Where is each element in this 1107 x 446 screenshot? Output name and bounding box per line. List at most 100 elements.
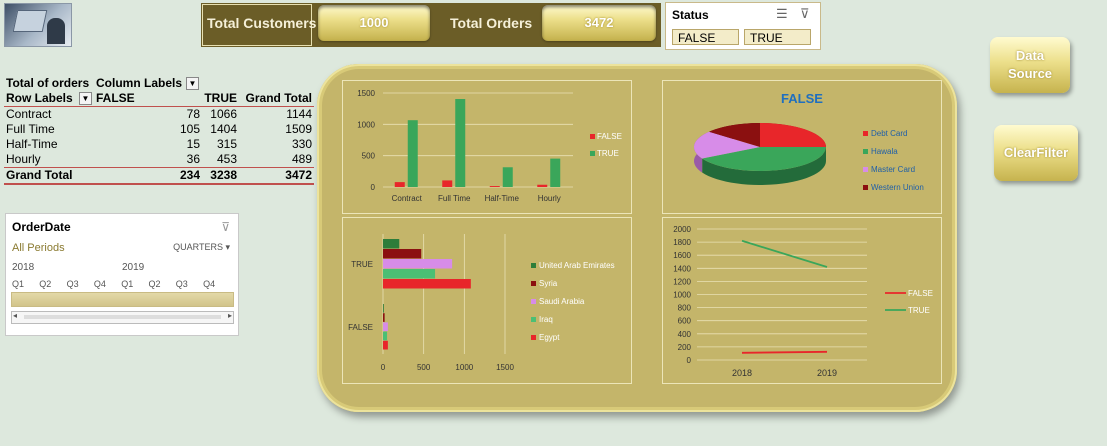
- legend-label: Hawala: [871, 147, 898, 156]
- timeline-quarter[interactable]: Q1: [12, 279, 24, 289]
- timeline-quarter[interactable]: Q2: [149, 279, 161, 289]
- chart-title: FALSE: [781, 91, 823, 106]
- cell-total: 1509: [285, 122, 312, 136]
- y-tick-label: 0: [687, 356, 692, 365]
- y-tick-label: 1000: [357, 120, 375, 129]
- total-orders-label: Total Orders: [450, 15, 533, 31]
- bar-true: [407, 120, 418, 187]
- status-slicer: Status ☰ ⊽ FALSE TRUE: [665, 2, 821, 50]
- bar-false: [394, 182, 405, 187]
- y-tick-label: 2000: [673, 225, 691, 234]
- legend-label: Syria: [539, 279, 558, 288]
- row-label: Half-Time: [6, 137, 58, 151]
- y-tick-label: 1200: [673, 277, 691, 286]
- bar-syria: [383, 313, 385, 322]
- y-tick-label: 200: [678, 343, 692, 352]
- pivot-grand-total-row: Grand Total 234 3238 3472: [4, 167, 314, 185]
- x-tick-label: 0: [381, 363, 386, 372]
- pivot-row-labels: Row Labels: [6, 91, 73, 105]
- data-source-button[interactable]: Data Source: [990, 37, 1070, 93]
- timeline-level-dropdown[interactable]: QUARTERS ▾: [173, 242, 230, 253]
- legend-swatch: [531, 299, 536, 304]
- job-type-bar-chart-box: 0 500 1000 1500 Contract Full Time Half-Time Ho…: [342, 80, 632, 214]
- x-tick-label: 1500: [496, 363, 514, 372]
- timeline-bar[interactable]: [11, 292, 234, 307]
- y-tick-label: 1400: [673, 264, 691, 273]
- legend-swatch: [863, 149, 868, 154]
- row-label: Contract: [6, 107, 52, 121]
- laptop-shape: [12, 10, 48, 32]
- legend-swatch: [590, 151, 595, 156]
- payment-pie-chart-box: FALSE Debt Card Hawala Master Card Western U…: [662, 80, 942, 214]
- y-tick-label: TRUE: [351, 260, 373, 269]
- scroll-right-icon[interactable]: ▸: [228, 311, 232, 320]
- pie-slice: [760, 123, 826, 147]
- pivot-col-true: TRUE: [204, 91, 237, 105]
- multi-select-icon[interactable]: ☰: [776, 6, 788, 22]
- y-tick-label: 1600: [673, 251, 691, 260]
- grand-false: 234: [179, 168, 200, 182]
- cell-false: 105: [179, 122, 200, 136]
- job-type-bar-chart: 0 500 1000 1500 Contract Full Time Half-Time Ho…: [357, 89, 622, 203]
- bar-false: [489, 186, 500, 187]
- series-line-true: [741, 239, 828, 268]
- pivot-row: Half-Time 15 315 330: [4, 137, 314, 152]
- cell-true: 315: [216, 137, 237, 151]
- pivot-column-labels: Column Labels: [96, 76, 183, 90]
- cell-true: 1404: [210, 122, 237, 136]
- cell-total: 330: [291, 137, 312, 151]
- clear-filter-button[interactable]: ClearFilter: [994, 125, 1078, 181]
- timeline-quarter[interactable]: Q1: [121, 279, 133, 289]
- timeline-scrollbar[interactable]: ◂ ▸: [11, 311, 234, 324]
- pivot-table: Total of orders Column Labels ▼ Row Labe…: [4, 76, 314, 185]
- bar-true: [502, 167, 513, 187]
- pivot-row: Hourly 36 453 489: [4, 152, 314, 167]
- y-tick-label: 1500: [357, 89, 375, 98]
- scroll-left-icon[interactable]: ◂: [13, 311, 17, 320]
- legend-label: TRUE: [597, 149, 619, 158]
- legend-label: Master Card: [871, 165, 915, 174]
- x-tick-label: Hourly: [538, 194, 561, 203]
- bar-false: [442, 180, 453, 187]
- bar-false: [537, 184, 548, 187]
- column-filter-dropdown-icon[interactable]: ▼: [186, 77, 199, 90]
- country-bar-chart-box: 0 500 1000 1500 FALSE TRUE United Arab Emirate…: [342, 217, 632, 384]
- row-filter-dropdown-icon[interactable]: ▼: [79, 92, 92, 105]
- timeline-quarter[interactable]: Q3: [176, 279, 188, 289]
- timeline-period: All Periods: [12, 242, 65, 254]
- legend-label: TRUE: [908, 306, 930, 315]
- legend-label: FALSE: [908, 289, 933, 298]
- grand-total-label: Grand Total: [6, 168, 73, 182]
- legend-label: Debt Card: [871, 129, 907, 138]
- clear-filter-icon[interactable]: ⊽: [800, 6, 810, 22]
- bar-iraq: [383, 331, 388, 341]
- orders-line-chart: 0 200 400 600 800 1000 1200 1400 1600 1800 2000 201…: [673, 225, 933, 378]
- scroll-thumb[interactable]: [24, 315, 221, 319]
- cell-true: 1066: [210, 107, 237, 121]
- cell-true: 453: [216, 152, 237, 166]
- timeline-quarter[interactable]: Q3: [67, 279, 79, 289]
- total-customers-label: Total Customers: [207, 15, 317, 31]
- slicer-option-true[interactable]: TRUE: [744, 29, 811, 45]
- legend-swatch: [531, 263, 536, 268]
- timeline-year: 2018: [12, 262, 35, 273]
- x-tick-label: 2018: [732, 368, 752, 378]
- pivot-col-false: FALSE: [96, 91, 135, 105]
- bar-saudi-arabia: [383, 259, 453, 269]
- slicer-option-false[interactable]: FALSE: [672, 29, 739, 45]
- pivot-values-label: Total of orders: [6, 76, 90, 90]
- timeline-quarter[interactable]: Q4: [203, 279, 215, 289]
- timeline-quarter[interactable]: Q2: [39, 279, 51, 289]
- cell-total: 1144: [286, 107, 312, 121]
- timeline-level: QUARTERS: [173, 242, 223, 252]
- legend-label: Saudi Arabia: [539, 297, 585, 306]
- timeline-quarter[interactable]: Q4: [94, 279, 106, 289]
- y-tick-label: 600: [678, 317, 692, 326]
- legend-label: Iraq: [539, 315, 553, 324]
- legend-label: United Arab Emirates: [539, 261, 615, 270]
- clear-filter-icon[interactable]: ⊽: [221, 220, 230, 234]
- legend-swatch: [531, 335, 536, 340]
- bar-syria: [383, 249, 422, 259]
- cell-false: 36: [186, 152, 200, 166]
- timeline-title: OrderDate: [12, 220, 71, 234]
